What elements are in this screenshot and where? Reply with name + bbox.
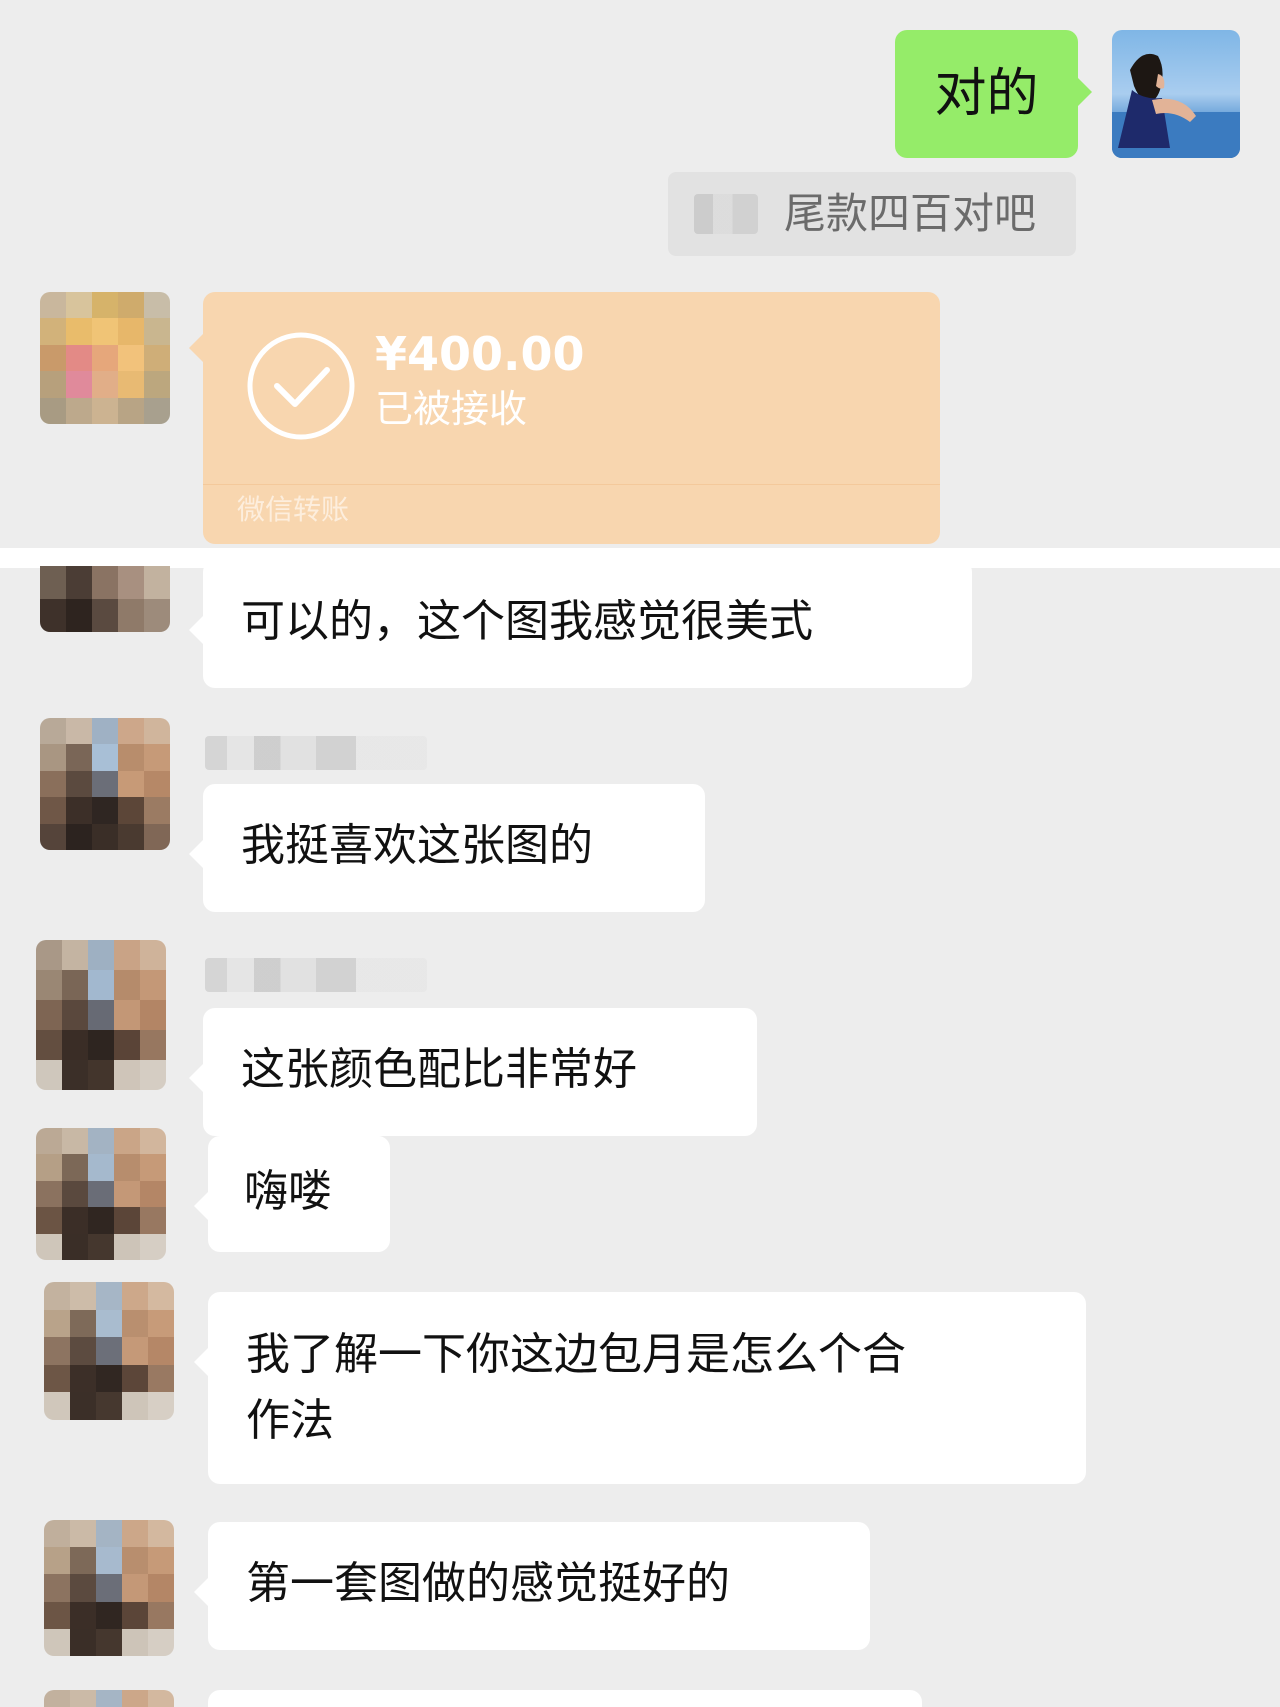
message-text-line-1: 我了解一下你这边包月是怎么个合 <box>246 1329 906 1380</box>
message-text: 第一套图做的感觉挺好的 <box>246 1558 730 1609</box>
quote-sender-blur <box>694 194 758 234</box>
message-bubble[interactable]: 第一套图做的感觉挺好的 <box>194 1522 870 1650</box>
message-bubble[interactable]: 可以的，这个图我感觉很美式 <box>189 560 972 688</box>
quote-text: 尾款四百对吧 <box>784 189 1037 238</box>
message-bubble[interactable]: 嗨喽 <box>194 1136 390 1252</box>
transfer-status: 已被接收 <box>375 387 528 431</box>
message-text: 嗨喽 <box>244 1166 332 1217</box>
sender-avatar[interactable] <box>44 1520 174 1656</box>
transfer-footer-label: 微信转账 <box>237 493 350 526</box>
message-bubble[interactable]: 我了解一下你这边包月是怎么个合 作法 <box>194 1292 1086 1484</box>
sender-name-blurred <box>205 958 427 992</box>
transfer-amount: ¥400.00 <box>375 327 585 381</box>
message-text: 我挺喜欢这张图的 <box>241 820 593 871</box>
transfer-card[interactable]: ¥400.00 已被接收 微信转账 <box>189 292 940 544</box>
own-message-bubble[interactable]: 对的 <box>895 30 1092 158</box>
sender-avatar[interactable] <box>40 292 170 424</box>
own-avatar[interactable] <box>1112 30 1240 158</box>
message-text: 对的 <box>934 64 1039 124</box>
sender-avatar[interactable] <box>36 1128 166 1260</box>
message-text: 可以的，这个图我感觉很美式 <box>241 596 813 647</box>
sender-avatar[interactable] <box>44 1690 174 1707</box>
check-circle-icon <box>247 332 355 440</box>
sender-avatar[interactable] <box>40 718 170 850</box>
sender-avatar[interactable] <box>40 566 170 632</box>
transfer-divider <box>203 484 940 485</box>
person-photo-icon <box>1112 53 1240 158</box>
message-text: 这张颜色配比非常好 <box>241 1044 637 1095</box>
sender-avatar[interactable] <box>36 940 166 1090</box>
sender-avatar[interactable] <box>44 1282 174 1420</box>
message-text-line-2: 作法 <box>246 1395 334 1446</box>
quoted-message[interactable]: 尾款四百对吧 <box>668 172 1076 256</box>
message-bubble-partial[interactable] <box>208 1690 922 1707</box>
sender-name-blurred <box>205 736 427 770</box>
message-bubble[interactable]: 我挺喜欢这张图的 <box>189 784 705 912</box>
message-bubble[interactable]: 这张颜色配比非常好 <box>189 1008 757 1136</box>
